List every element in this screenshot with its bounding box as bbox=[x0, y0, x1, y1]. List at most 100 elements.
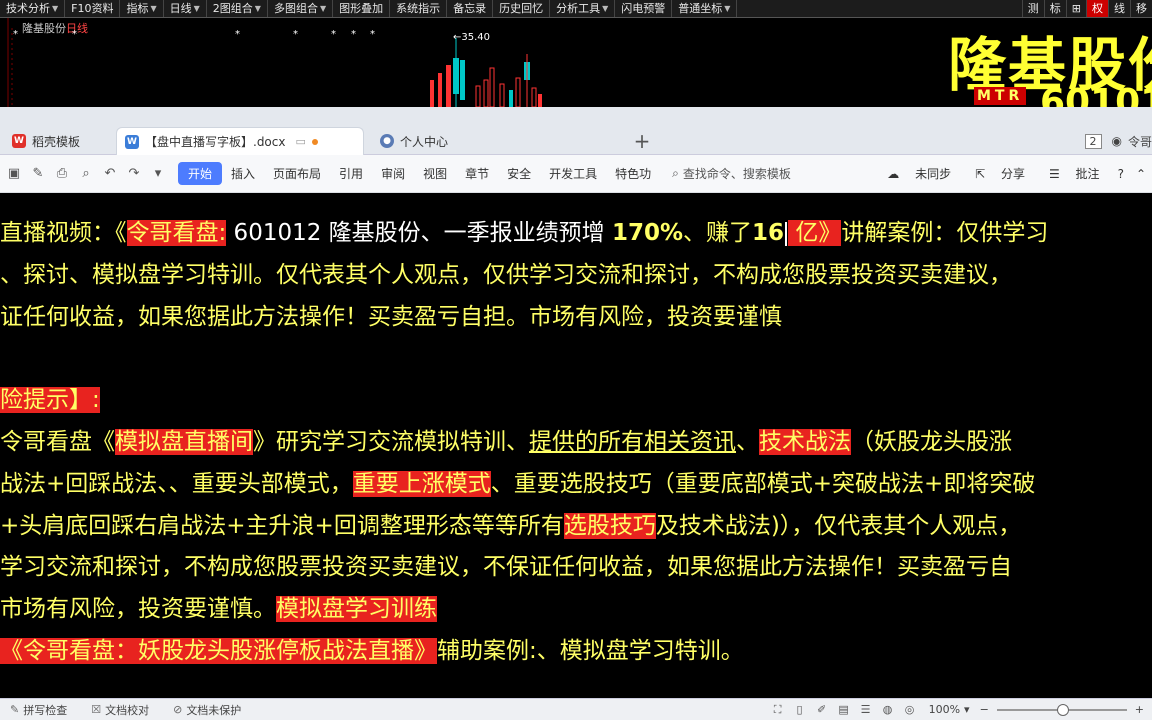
tab-personal-center[interactable]: ● 个人中心 bbox=[372, 127, 456, 155]
stock-menu-item[interactable]: 多图组合 ▼ bbox=[268, 0, 334, 17]
ribbon-tab-references[interactable]: 引用 bbox=[330, 165, 372, 182]
stock-menu-item[interactable]: 日线 ▼ bbox=[164, 0, 207, 17]
stock-menu-item[interactable]: 系统指示 bbox=[390, 0, 448, 17]
stock-right-button[interactable]: 线 bbox=[1108, 0, 1130, 17]
ribbon-tab-chapter[interactable]: 章节 bbox=[456, 165, 498, 182]
stock-menu-item[interactable]: 历史回忆 bbox=[493, 0, 551, 17]
document-text[interactable]: 学习交流和探讨，不构成您股票投资买卖建议，不保证任何收益，如果您据此方法操作！买… bbox=[0, 554, 1012, 580]
stock-right-button[interactable]: 移 bbox=[1130, 0, 1152, 17]
document-text[interactable]: 170% bbox=[612, 220, 683, 246]
dropdown-arrow-icon[interactable]: ▼ bbox=[320, 0, 326, 17]
highlighted-text[interactable]: 险提示】: bbox=[0, 387, 100, 414]
stock-menu-item[interactable]: 普通坐标 ▼ bbox=[672, 0, 738, 17]
document-text[interactable]: 讲解案例：仅供学习 bbox=[841, 220, 1048, 246]
stock-menu-item[interactable]: F10资料 bbox=[65, 0, 121, 17]
ribbon-tab-home[interactable]: 开始 bbox=[178, 162, 223, 185]
document-text[interactable]: 市场有风险，投资要谨慎。 bbox=[0, 596, 276, 622]
print-icon[interactable]: ⎙ bbox=[52, 166, 72, 181]
web-view-icon[interactable]: ◍ bbox=[877, 703, 899, 716]
document-text[interactable]: 601012 隆基股份、一季报业绩预增 bbox=[226, 220, 612, 246]
document-line[interactable] bbox=[0, 338, 1152, 380]
zoom-level[interactable]: 100% bbox=[929, 703, 960, 716]
doc-check-button[interactable]: ☒ 文档校对 bbox=[91, 702, 149, 718]
document-text[interactable]: 令哥看盘《 bbox=[0, 429, 115, 455]
document-text[interactable]: 及技术战法)），仅代表其个人观点， bbox=[656, 513, 1021, 539]
share-button[interactable]: ⇱ 分享 bbox=[969, 165, 1031, 182]
ribbon-tab-developer[interactable]: 开发工具 bbox=[540, 165, 606, 182]
ribbon-tab-view[interactable]: 视图 bbox=[414, 165, 456, 182]
document-body[interactable]: 直播视频：《令哥看盘: 601012 隆基股份、一季报业绩预增 170%、赚了1… bbox=[0, 213, 1152, 673]
write-mode-icon[interactable]: ✐ bbox=[811, 703, 833, 716]
highlighted-text[interactable]: 《令哥看盘：妖股龙头股涨停板战法直播》 bbox=[0, 637, 437, 664]
document-text[interactable]: 直播视频：《 bbox=[0, 220, 127, 246]
ribbon-tab-security[interactable]: 安全 bbox=[498, 165, 540, 182]
sync-status[interactable]: ☁ 未同步 bbox=[881, 165, 957, 182]
help-button[interactable]: ? bbox=[1118, 167, 1124, 181]
dropdown-arrow-icon[interactable]: ▼ bbox=[150, 0, 156, 17]
ribbon-tab-review[interactable]: 审阅 bbox=[372, 165, 414, 182]
outline-icon[interactable]: ☰ bbox=[855, 703, 877, 716]
collapse-ribbon-icon[interactable]: ⌃ bbox=[1136, 167, 1146, 181]
zoom-in-button[interactable]: + bbox=[1135, 703, 1144, 716]
document-text[interactable]: 、重要选股技巧（重要底部模式+突破战法+即将突破 bbox=[491, 471, 1036, 497]
zoom-out-button[interactable]: − bbox=[980, 703, 989, 716]
stock-menu-item[interactable]: 备忘录 bbox=[447, 0, 494, 17]
dropdown-arrow-icon[interactable]: ▼ bbox=[602, 0, 608, 17]
spell-check-button[interactable]: ✎ 拼写检查 bbox=[10, 702, 67, 718]
tab-document[interactable]: W 【盘中直播写字板】.docx ▭ bbox=[116, 127, 364, 155]
account-name[interactable]: 令哥 bbox=[1128, 133, 1152, 150]
settings-icon[interactable]: ◉ bbox=[1112, 134, 1122, 148]
candlestick-chart[interactable]: 隆基股份日线 * * * * * * * ←35.40 bbox=[0, 18, 940, 107]
read-mode-icon[interactable]: ▯ bbox=[789, 703, 811, 716]
highlighted-text[interactable]: 模拟盘直播间 bbox=[115, 428, 253, 455]
comment-button[interactable]: ☰ 批注 bbox=[1043, 165, 1106, 182]
full-screen-icon[interactable]: ⛶ bbox=[767, 703, 789, 717]
redo-icon[interactable]: ↷ bbox=[124, 166, 144, 181]
stock-right-button[interactable]: 权 bbox=[1086, 0, 1108, 17]
stock-right-button[interactable]: 测 bbox=[1021, 0, 1044, 17]
stock-menu-item[interactable]: 指标 ▼ bbox=[120, 0, 164, 17]
highlighted-text[interactable]: 技术战法 bbox=[759, 428, 851, 455]
document-line[interactable]: 证任何收益，如果您据此方法操作！买卖盈亏自担。市场有风险，投资要谨慎 bbox=[0, 297, 1152, 339]
command-search[interactable]: ⌕ 查找命令、搜索模板 bbox=[672, 165, 791, 182]
stock-right-button[interactable]: ⊞ bbox=[1065, 0, 1086, 17]
ribbon-tab-special[interactable]: 特色功 bbox=[606, 165, 660, 182]
stock-menu-item[interactable]: 分析工具 ▼ bbox=[550, 0, 616, 17]
ribbon-tab-layout[interactable]: 页面布局 bbox=[264, 165, 330, 182]
dropdown-arrow-icon[interactable]: ▼ bbox=[255, 0, 261, 17]
ribbon-tab-insert[interactable]: 插入 bbox=[222, 165, 264, 182]
document-text[interactable]: 、赚了 bbox=[683, 220, 752, 246]
document-line[interactable]: 直播视频：《令哥看盘: 601012 隆基股份、一季报业绩预增 170%、赚了1… bbox=[0, 213, 1152, 255]
zoom-slider-knob[interactable] bbox=[1056, 703, 1069, 716]
highlighted-text[interactable]: 选股技巧 bbox=[563, 512, 656, 539]
stock-menu-item[interactable]: 闪电预警 bbox=[615, 0, 673, 17]
document-text[interactable]: +头肩底回踩右肩战法+主升浪+回调整理形态等等所有 bbox=[0, 513, 564, 539]
dropdown-arrow-icon[interactable]: ▼ bbox=[52, 0, 58, 17]
save-icon[interactable]: ▣ bbox=[4, 166, 24, 181]
stock-menu-item[interactable]: 图形叠加 bbox=[333, 0, 391, 17]
stock-menu-item[interactable]: 技术分析 ▼ bbox=[0, 0, 66, 17]
page-view-icon[interactable]: ▤ bbox=[833, 703, 855, 716]
stock-menu-item[interactable]: 2图组合 ▼ bbox=[207, 0, 268, 17]
highlighted-text[interactable]: 重要上涨模式 bbox=[352, 470, 491, 497]
document-text[interactable]: 16 bbox=[752, 220, 784, 246]
document-line[interactable]: 《令哥看盘：妖股龙头股涨停板战法直播》辅助案例:、模拟盘学习特训。 bbox=[0, 631, 1152, 673]
more-chevron-icon[interactable]: ▾ bbox=[148, 166, 168, 181]
protect-button[interactable]: ⊘ 文档未保护 bbox=[173, 702, 241, 718]
dropdown-arrow-icon[interactable]: ▼ bbox=[724, 0, 730, 17]
highlighted-text[interactable]: 令哥看盘: bbox=[126, 220, 227, 246]
new-tab-button[interactable]: + bbox=[630, 127, 654, 155]
highlighted-text[interactable]: 亿》 bbox=[788, 220, 842, 246]
print-preview-icon[interactable]: ⌕ bbox=[76, 166, 96, 181]
document-text[interactable]: 提供的所有相关资讯 bbox=[529, 429, 736, 455]
document-line[interactable]: 险提示】: bbox=[0, 380, 1152, 422]
document-text[interactable]: 、 bbox=[736, 429, 759, 455]
document-line[interactable]: 、探讨、模拟盘学习特训。仅代表其个人观点，仅供学习交流和探讨，不构成您股票投资买… bbox=[0, 255, 1152, 297]
zoom-slider[interactable] bbox=[996, 703, 1127, 716]
highlighted-text[interactable]: 模拟盘学习训练 bbox=[276, 596, 437, 623]
eye-protect-icon[interactable]: ◎ bbox=[899, 703, 921, 716]
stock-right-button[interactable]: 标 bbox=[1043, 0, 1066, 17]
undo-icon[interactable]: ↶ bbox=[100, 166, 120, 181]
document-text[interactable]: 证任何收益，如果您据此方法操作！买卖盈亏自担。市场有风险，投资要谨慎 bbox=[0, 304, 782, 330]
document-line[interactable]: +头肩底回踩右肩战法+主升浪+回调整理形态等等所有选股技巧及技术战法)），仅代表… bbox=[0, 506, 1152, 548]
